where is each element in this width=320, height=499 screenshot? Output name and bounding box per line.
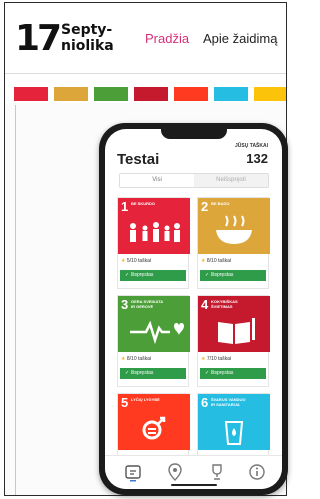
goal-score: ★ 5/10 taškai [121, 258, 151, 265]
goal-number: 6 [201, 395, 209, 410]
color-stripe [134, 87, 168, 101]
phone-notch [161, 129, 227, 139]
goal-score-text: 7/10 taškai [206, 356, 232, 362]
score-label: JŪSŲ TAŠKAI [235, 143, 268, 149]
header-divider [5, 73, 286, 74]
goal-card-art: 1 Be skurdo [118, 198, 190, 254]
color-stripe [174, 87, 208, 101]
score-value: 132 [246, 151, 268, 166]
logo-word-1: Septy- [61, 22, 113, 38]
info-icon[interactable] [247, 462, 267, 482]
goal-number: 4 [201, 297, 209, 312]
solved-text: Išspręstas [130, 370, 154, 376]
goal-score-text: 5/10 taškai [126, 258, 152, 264]
color-stripe [94, 87, 128, 101]
tab-all[interactable]: Visi [120, 174, 194, 187]
goal-score-text: 8/10 taškai [206, 258, 232, 264]
solved-text: Išspręstas [210, 272, 234, 278]
goal-score: ★ 8/10 taškai [201, 258, 231, 265]
star-icon: ★ [201, 356, 206, 362]
app-title: Testai [117, 151, 160, 168]
color-stripe [254, 87, 286, 101]
goal-card-art: 2 Be bado [198, 198, 270, 254]
home-indicator [171, 484, 217, 486]
goal-number: 3 [121, 297, 129, 312]
goal-card-art: 6 Švarus vanduo ir sanitarija [198, 394, 270, 450]
site-logo[interactable]: 17 Septy- niolika [15, 17, 123, 61]
goal-name: Be bado [211, 201, 230, 206]
quiz-icon[interactable] [123, 462, 143, 482]
color-stripe [14, 87, 48, 101]
goal-card[interactable]: 4 Kokybiškas švietimas ★ 7/10 taškai ✓ I… [197, 295, 270, 387]
color-stripe [214, 87, 248, 101]
goal-name: Gera sveikata ir gerovė [131, 299, 164, 309]
goal-card[interactable]: 2 Be bado ★ 8/10 taškai ✓ Išspręstas [197, 197, 270, 289]
star-icon: ★ [201, 258, 206, 264]
goal-name: Lyčių lygybė [131, 397, 160, 402]
goal-card-art: 3 Gera sveikata ir gerovė [118, 296, 190, 352]
goal-number: 2 [201, 199, 209, 214]
goal-card-art: 5 Lyčių lygybė [118, 394, 190, 450]
solved-badge: ✓ Išspręstas [120, 270, 186, 281]
gender-icon [142, 416, 166, 440]
phone-mockup: Testai JŪSŲ TAŠKAI 132 Visi Neišspręsti … [99, 123, 288, 495]
goal-card[interactable]: 1 Be skurdo ★ 5/10 taškai ✓ Išspręstas [117, 197, 190, 289]
solved-text: Išspręstas [210, 370, 234, 376]
logo-word-2: niolika [61, 38, 114, 54]
goal-name: Be skurdo [131, 201, 156, 206]
goal-number: 1 [121, 199, 129, 214]
map-pin-icon[interactable] [165, 462, 185, 482]
people-icon [130, 222, 180, 242]
goal-color-stripes [14, 87, 286, 101]
trophy-icon[interactable] [207, 462, 227, 482]
goal-score: ★ 7/10 taškai [201, 356, 231, 363]
nav-home-link[interactable]: Pradžia [145, 31, 189, 47]
tab-unsolved[interactable]: Neišspręsti [194, 174, 268, 187]
star-icon: ★ [121, 356, 126, 362]
logo-number: 17 [15, 18, 62, 59]
solved-badge: ✓ Išspręstas [120, 368, 186, 379]
phone-screen: Testai JŪSŲ TAŠKAI 132 Visi Neišspręsti … [105, 129, 282, 489]
solved-badge: ✓ Išspręstas [200, 368, 266, 379]
goal-number: 5 [121, 395, 129, 410]
goal-card[interactable]: 3 Gera sveikata ir gerovė ★ 8/10 taškai … [117, 295, 190, 387]
star-icon: ★ [121, 258, 126, 264]
color-stripe [54, 87, 88, 101]
solved-text: Išspręstas [130, 272, 154, 278]
site-header: 17 Septy- niolika Pradžia Apie žaidimą [5, 3, 286, 73]
bowl-icon [216, 215, 252, 244]
filter-tabs: Visi Neišspręsti [119, 173, 269, 188]
goal-score-text: 8/10 taškai [126, 356, 152, 362]
goal-card-art: 4 Kokybiškas švietimas [198, 296, 270, 352]
solved-badge: ✓ Išspręstas [200, 270, 266, 281]
goal-name: Kokybiškas švietimas [211, 299, 238, 309]
goal-score: ★ 8/10 taškai [121, 356, 151, 363]
nav-about-link[interactable]: Apie žaidimą [203, 31, 277, 47]
goal-name: Švarus vanduo ir sanitarija [211, 397, 246, 407]
content-left-rule [15, 105, 16, 495]
